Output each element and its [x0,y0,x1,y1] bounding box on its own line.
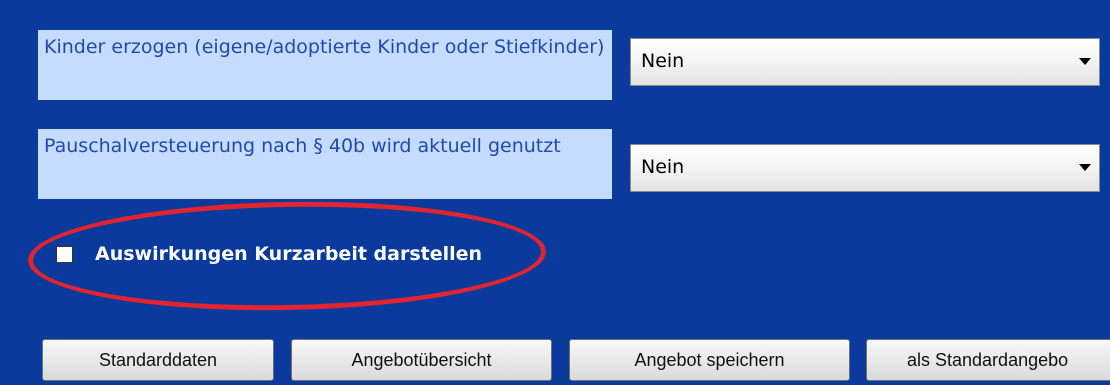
angebot-speichern-button[interactable]: Angebot speichern [569,339,850,381]
angebotuebersicht-button[interactable]: Angebotübersicht [291,339,552,381]
dropdown-arrow-icon[interactable] [1079,58,1091,65]
standarddaten-button[interactable]: Standarddaten [42,339,274,381]
kinder-erzogen-label: Kinder erzogen (eigene/adoptierte Kinder… [38,30,612,100]
kurzarbeit-checkbox-label[interactable]: Auswirkungen Kurzarbeit darstellen [95,243,482,265]
pauschalversteuerung-select[interactable]: Nein [630,144,1100,192]
als-standardangebot-button[interactable]: als Standardangebo [866,339,1110,381]
kinder-erzogen-select-value: Nein [641,50,685,72]
pauschalversteuerung-label-text: Pauschalversteuerung nach § 40b wird akt… [44,135,561,157]
kurzarbeit-checkbox[interactable] [56,245,73,263]
kinder-erzogen-select[interactable]: Nein [630,38,1100,86]
kurzarbeit-checkbox-row[interactable]: Auswirkungen Kurzarbeit darstellen [56,240,482,268]
dropdown-arrow-icon[interactable] [1079,164,1091,171]
pauschalversteuerung-select-value: Nein [641,156,685,178]
kinder-erzogen-label-text: Kinder erzogen (eigene/adoptierte Kinder… [44,36,605,58]
pauschalversteuerung-label: Pauschalversteuerung nach § 40b wird akt… [38,129,612,199]
